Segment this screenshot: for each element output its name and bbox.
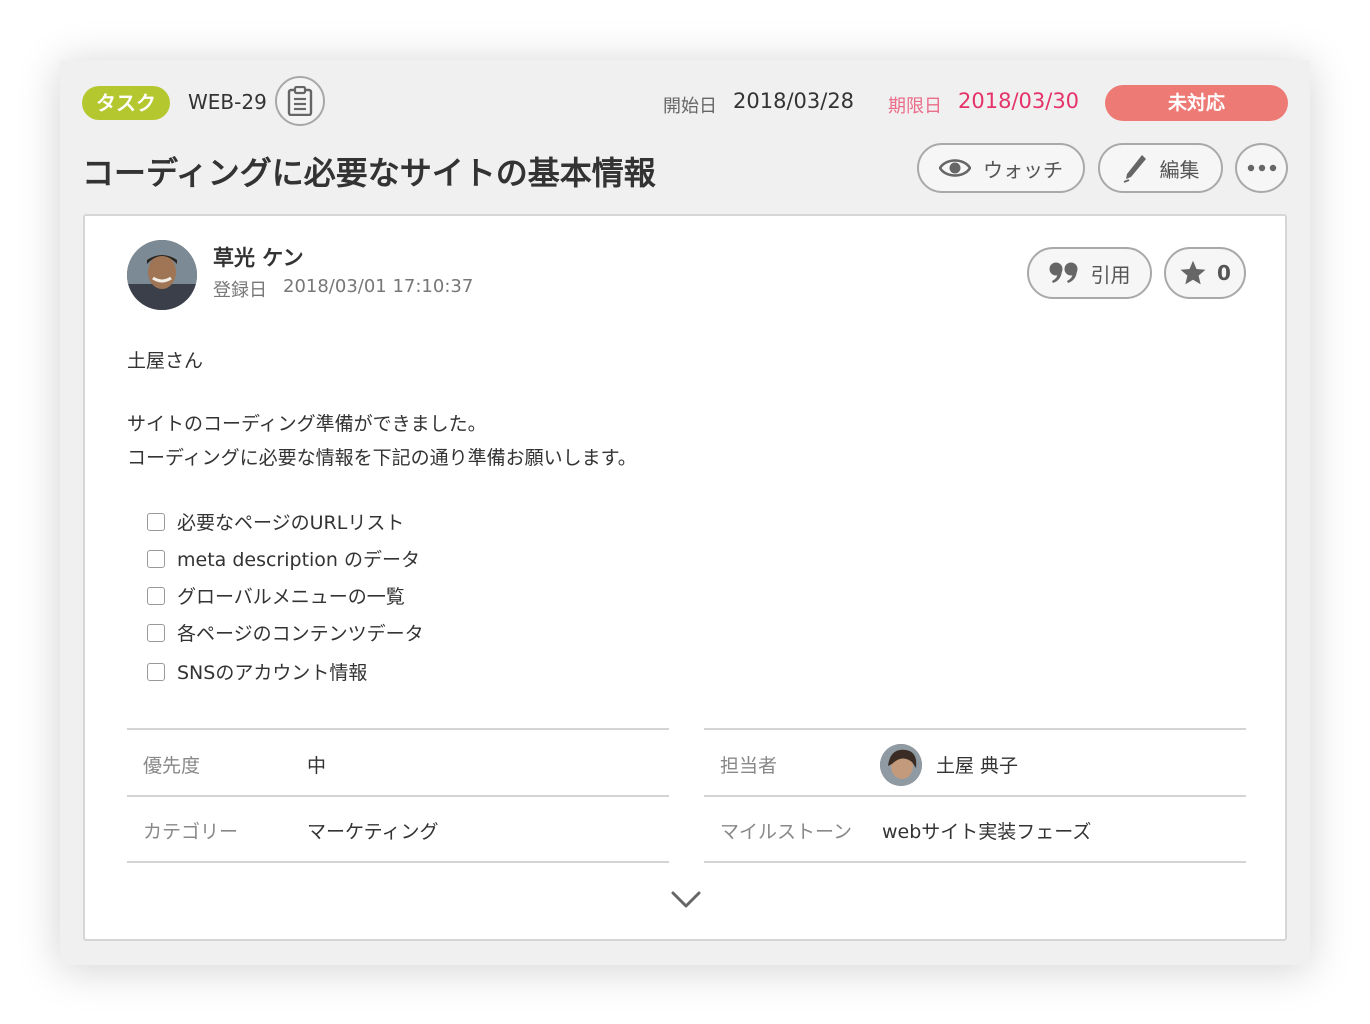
quote-icon — [1049, 262, 1077, 283]
issue-key: WEB-29 — [188, 90, 267, 114]
pencil-icon — [1123, 155, 1146, 183]
divider — [704, 861, 1246, 863]
checklist-item-label: 必要なページのURLリスト — [177, 512, 405, 534]
start-date-label: 開始日 — [663, 96, 717, 117]
page-title: コーディングに必要なサイトの基本情報 — [82, 154, 656, 192]
divider — [127, 728, 669, 730]
edit-label: 編集 — [1159, 157, 1200, 182]
checklist-item: 必要なページのURLリスト — [147, 508, 404, 535]
body-line-1: サイトのコーディング準備ができました。 — [127, 413, 487, 435]
more-options-button[interactable] — [1235, 143, 1288, 193]
issue-description-card: 草光 ケン 登録日 2018/03/01 17:10:37 引用 0 土屋さん … — [83, 214, 1287, 941]
priority-value: 中 — [307, 755, 327, 777]
avatar — [127, 240, 197, 310]
divider — [127, 795, 669, 797]
assignee-label: 担当者 — [720, 755, 778, 777]
divider — [704, 795, 1246, 797]
checklist-item-label: SNSのアカウント情報 — [177, 662, 368, 684]
clipboard-icon — [287, 86, 313, 116]
issue-panel: タスク WEB-29 開始日 2018/03/28 期限日 2018/03/30… — [60, 60, 1310, 965]
body-line-2: コーディングに必要な情報を下記の通り準備お願いします。 — [127, 447, 637, 469]
chevron-down-icon[interactable] — [669, 884, 703, 914]
issue-type-tag: タスク — [82, 86, 170, 120]
greeting-text: 土屋さん — [127, 350, 204, 372]
watch-label: ウォッチ — [983, 157, 1063, 182]
status-badge[interactable]: 未対応 — [1105, 85, 1288, 121]
author-name[interactable]: 草光 ケン — [213, 242, 304, 272]
edit-button[interactable]: 編集 — [1098, 143, 1223, 193]
divider — [704, 728, 1246, 730]
checkbox[interactable] — [147, 662, 165, 681]
checkbox[interactable] — [147, 512, 165, 531]
quote-label: 引用 — [1090, 262, 1131, 287]
milestone-value[interactable]: webサイト実装フェーズ — [882, 817, 1091, 844]
milestone-label: マイルストーン — [720, 821, 853, 843]
divider — [127, 861, 669, 863]
checklist-item-label: 各ページのコンテンツデータ — [177, 623, 424, 645]
registered-at: 2018/03/01 17:10:37 — [283, 276, 474, 297]
watch-button[interactable]: ウォッチ — [917, 143, 1085, 193]
checkbox[interactable] — [147, 623, 165, 642]
category-value: マーケティング — [307, 821, 439, 843]
assignee-avatar — [880, 744, 922, 786]
checklist-item-label: meta description のデータ — [177, 549, 421, 571]
star-icon — [1180, 260, 1206, 285]
star-count: 0 — [1217, 261, 1231, 285]
priority-label: 優先度 — [143, 755, 201, 777]
checklist-item-label: グローバルメニューの一覧 — [177, 586, 405, 608]
star-button[interactable]: 0 — [1164, 247, 1246, 299]
due-date-label: 期限日 — [888, 96, 942, 117]
registered-label: 登録日 — [213, 280, 267, 301]
checklist-item: meta description のデータ — [147, 545, 420, 572]
category-label: カテゴリー — [143, 821, 239, 843]
ellipsis-icon — [1247, 164, 1276, 172]
checklist-item: グローバルメニューの一覧 — [147, 582, 405, 609]
checkbox[interactable] — [147, 549, 165, 568]
eye-icon — [939, 159, 971, 177]
start-date: 2018/03/28 — [733, 89, 855, 113]
copy-issue-key-button[interactable] — [275, 76, 325, 126]
due-date: 2018/03/30 — [958, 89, 1080, 113]
quote-button[interactable]: 引用 — [1027, 247, 1152, 299]
assignee-value[interactable]: 土屋 典子 — [936, 751, 1018, 778]
checklist-item: SNSのアカウント情報 — [147, 658, 367, 685]
checklist-item: 各ページのコンテンツデータ — [147, 619, 424, 646]
checkbox[interactable] — [147, 586, 165, 605]
